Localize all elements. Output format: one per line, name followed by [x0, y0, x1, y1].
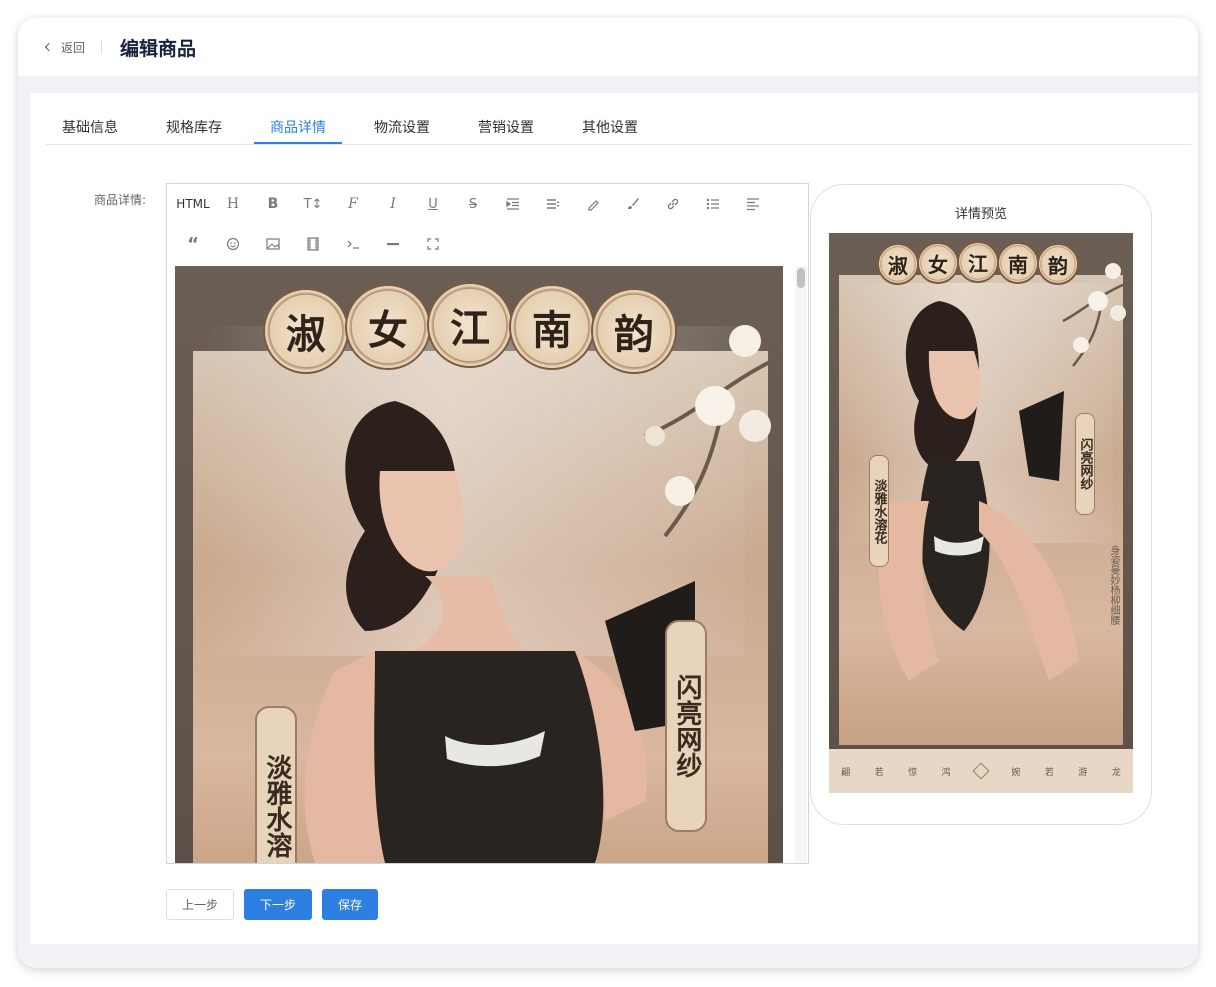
editor-scrollbar[interactable]: [795, 266, 807, 863]
title-char-3: 江: [427, 282, 513, 368]
italic-icon[interactable]: I: [381, 192, 405, 216]
prev-step-button[interactable]: 上一步: [166, 889, 234, 920]
underline-icon[interactable]: U: [421, 192, 445, 216]
editor-content[interactable]: 淑 女 江 南 韵 淡雅水溶 闪亮网纱: [167, 266, 808, 863]
align-icon[interactable]: [741, 192, 765, 216]
detail-label: 商品详情:: [94, 193, 147, 207]
preview-side-text: 身姿曼妙杨柳细腰: [1108, 545, 1119, 625]
font-size-icon[interactable]: T↕: [301, 192, 325, 216]
html-icon[interactable]: HTML: [173, 192, 213, 216]
title-char-5: 韵: [591, 288, 677, 374]
chevron-left-icon: [44, 42, 54, 52]
header-divider: [101, 40, 103, 54]
preview-image: 淑 女 江 南 韵 淡雅水溶花 闪亮网纱 身姿曼妙杨柳细腰 翩 若 惊 鸿 婉 …: [829, 233, 1133, 793]
back-button[interactable]: 返回: [44, 39, 86, 56]
preview-title-char-5: 韵: [1037, 243, 1079, 285]
preview-footer-char-5: 婉: [1011, 767, 1021, 778]
indent-icon[interactable]: [501, 192, 525, 216]
list-icon[interactable]: [701, 192, 725, 216]
preview-footer-char-2: 若: [874, 767, 884, 778]
preview-right-banner-text: 闪亮网纱: [1077, 438, 1093, 490]
product-detail-image: 淑 女 江 南 韵 淡雅水溶 闪亮网纱: [175, 266, 783, 863]
preview-footer-char-6: 若: [1044, 767, 1054, 778]
tab-spec-stock[interactable]: 规格库存: [166, 117, 222, 145]
preview-footer-char-4: 鸿: [941, 767, 951, 778]
preview-title: 详情预览: [954, 207, 1007, 222]
title-char-2: 女: [345, 284, 431, 370]
preview-right-banner: 闪亮网纱: [1075, 413, 1095, 515]
right-banner: 闪亮网纱: [665, 620, 707, 832]
link-icon[interactable]: [661, 192, 685, 216]
tab-logistics[interactable]: 物流设置: [374, 117, 430, 145]
next-step-button[interactable]: 下一步: [244, 889, 312, 920]
preview-title-char-2: 女: [917, 242, 959, 284]
preview-left-banner-text: 淡雅水溶花: [871, 478, 887, 544]
preview-title-char-3: 江: [957, 241, 999, 283]
title-char-1: 淑: [263, 288, 349, 374]
page-title: 编辑商品: [120, 37, 197, 60]
back-label: 返回: [61, 40, 86, 55]
page-header: 返回 编辑商品: [18, 18, 1198, 76]
preview-title-char-4: 南: [997, 242, 1039, 284]
font-family-icon[interactable]: F: [341, 192, 365, 216]
line-height-icon[interactable]: [541, 192, 565, 216]
app-window: 返回 编辑商品 基础信息 规格库存 商品详情 物流设置 营销设置 其他设置 商品…: [18, 18, 1198, 968]
save-button[interactable]: 保存: [322, 889, 378, 920]
background-color-icon[interactable]: [621, 192, 645, 216]
active-tab-indicator: [254, 142, 342, 144]
form-card: 基础信息 规格库存 商品详情 物流设置 营销设置 其他设置 商品详情: HTML…: [30, 93, 1198, 944]
video-icon[interactable]: [301, 232, 325, 256]
divider-icon[interactable]: [381, 232, 405, 256]
preview-left-banner: 淡雅水溶花: [869, 455, 889, 567]
code-icon[interactable]: [341, 232, 365, 256]
rich-text-editor[interactable]: HTML H B T↕ F I U S “ 淑 女 江 南 韵 淡雅水溶 闪亮网…: [166, 183, 809, 864]
tab-other[interactable]: 其他设置: [582, 117, 638, 145]
tab-product-detail[interactable]: 商品详情: [270, 117, 326, 145]
preview-footer-char-7: 游: [1078, 767, 1088, 778]
preview-footer-ornament-icon: [972, 762, 990, 780]
preview-footer-char-3: 惊: [908, 767, 918, 778]
preview-title-char-1: 淑: [877, 243, 919, 285]
tab-marketing[interactable]: 营销设置: [478, 117, 534, 145]
emoji-icon[interactable]: [221, 232, 245, 256]
title-char-4: 南: [509, 284, 595, 370]
strikethrough-icon[interactable]: S: [461, 192, 485, 216]
left-banner-text: 淡雅水溶: [261, 754, 292, 858]
left-banner: 淡雅水溶: [255, 706, 297, 863]
editor-scroll-thumb[interactable]: [797, 268, 805, 288]
font-color-icon[interactable]: [581, 192, 605, 216]
quote-icon[interactable]: “: [181, 232, 205, 256]
tab-basic-info[interactable]: 基础信息: [62, 117, 118, 145]
tab-bar: 基础信息 规格库存 商品详情 物流设置 营销设置 其他设置: [46, 93, 1191, 145]
image-icon[interactable]: [261, 232, 285, 256]
bold-icon[interactable]: B: [261, 192, 285, 216]
detail-preview-phone: 详情预览 淑 女 江 南 韵 淡雅水溶花 闪亮网纱 身姿曼妙杨柳细腰 翩 若 惊…: [810, 184, 1152, 825]
preview-footer-char-1: 翩: [841, 767, 851, 778]
heading-icon[interactable]: H: [221, 192, 245, 216]
fullscreen-icon[interactable]: [421, 232, 445, 256]
preview-footer-char-8: 龙: [1111, 767, 1121, 778]
editor-toolbar: HTML H B T↕ F I U S “: [167, 184, 808, 266]
preview-footer-strip: 翩 若 惊 鸿 婉 若 游 龙: [829, 749, 1133, 793]
right-banner-text: 闪亮网纱: [671, 674, 702, 778]
